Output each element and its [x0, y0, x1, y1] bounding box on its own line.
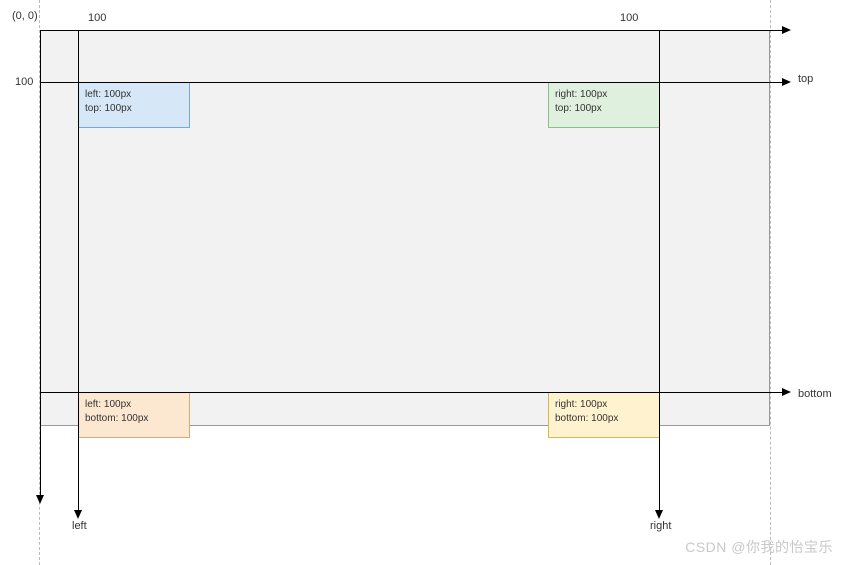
- axis-label-left: left: [72, 520, 87, 532]
- right-guideline: [659, 30, 660, 510]
- box-bottom-left: left: 100px bottom: 100px: [78, 392, 190, 438]
- top-guideline: [40, 82, 782, 83]
- y-axis-arrow: [40, 30, 41, 495]
- box-prop-line: top: 100px: [85, 102, 183, 116]
- box-top-left: left: 100px top: 100px: [78, 82, 190, 128]
- axis-label-bottom: bottom: [798, 388, 832, 400]
- tick-right-100: 100: [620, 12, 638, 24]
- box-prop-line: left: 100px: [85, 88, 183, 102]
- x-axis-arrow: [40, 30, 782, 31]
- arrowhead-right-icon: [782, 388, 791, 396]
- arrowhead-right-icon: [782, 78, 791, 86]
- arrowhead-down-icon: [36, 495, 44, 504]
- box-top-right: right: 100px top: 100px: [548, 82, 660, 128]
- tick-left-100: 100: [15, 76, 33, 88]
- origin-label: (0, 0): [12, 10, 38, 22]
- box-prop-line: left: 100px: [85, 398, 183, 412]
- box-prop-line: right: 100px: [555, 88, 653, 102]
- box-prop-line: top: 100px: [555, 102, 653, 116]
- axis-label-top: top: [798, 73, 813, 85]
- box-prop-line: bottom: 100px: [555, 412, 653, 426]
- bottom-guideline: [40, 392, 782, 393]
- watermark-text: CSDN @你我的怡宝乐: [685, 537, 833, 557]
- arrowhead-down-icon: [655, 510, 663, 519]
- box-prop-line: right: 100px: [555, 398, 653, 412]
- arrowhead-down-icon: [74, 510, 82, 519]
- guide-right-dashed: [770, 0, 771, 565]
- box-bottom-right: right: 100px bottom: 100px: [548, 392, 660, 438]
- box-prop-line: bottom: 100px: [85, 412, 183, 426]
- tick-top-100: 100: [88, 12, 106, 24]
- axis-label-right: right: [650, 520, 671, 532]
- left-guideline: [78, 30, 79, 510]
- arrowhead-right-icon: [782, 26, 791, 34]
